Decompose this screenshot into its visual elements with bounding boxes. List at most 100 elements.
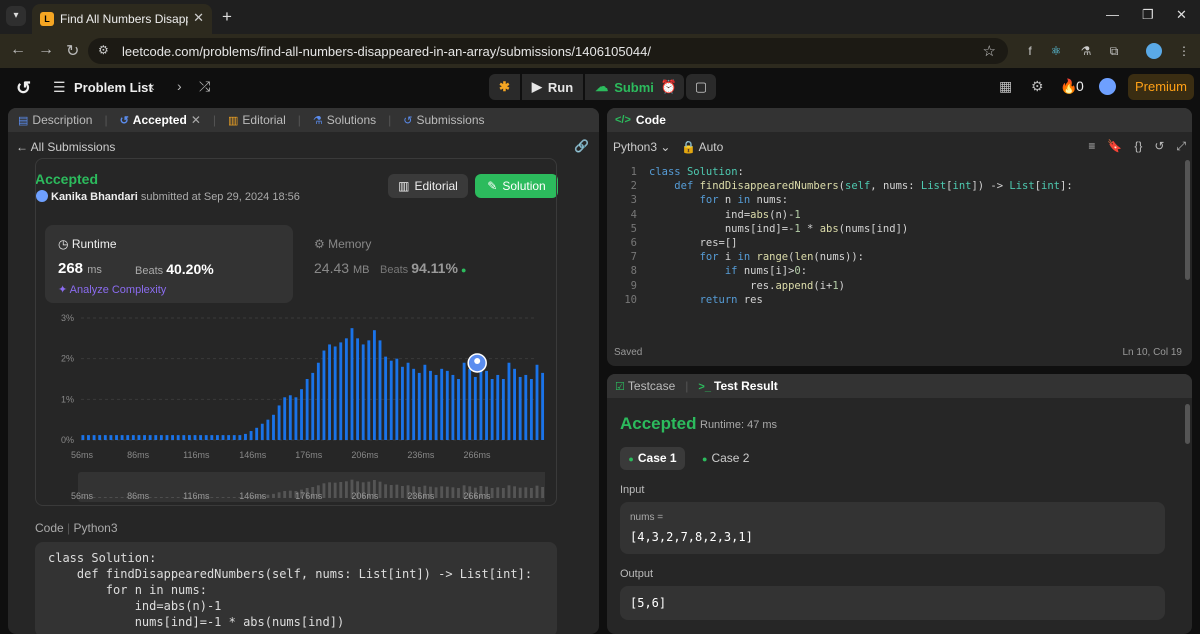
auto-mode-toggle[interactable]: 🔒 Auto bbox=[681, 140, 723, 154]
braces-icon[interactable]: {} bbox=[1134, 139, 1142, 154]
chart-bar bbox=[176, 435, 180, 440]
overview-bar bbox=[496, 487, 500, 498]
url-field[interactable]: ⚙ leetcode.com/problems/find-all-numbers… bbox=[88, 38, 1008, 64]
result-scrollbar[interactable] bbox=[1185, 404, 1190, 444]
left-panel-tabs: ▤ Description | ↺ Accepted ✕ | ▥ Editorial |… bbox=[8, 108, 599, 132]
browser-menu-icon[interactable]: ⋮ bbox=[1176, 43, 1192, 59]
all-submissions-link[interactable]: ← All Submissions bbox=[16, 140, 115, 154]
case-1-tab[interactable]: ● Case 1 bbox=[620, 447, 685, 470]
overview-bar bbox=[154, 497, 158, 498]
browser-tab[interactable]: L Find All Numbers Disappeared in an Arr… bbox=[32, 4, 212, 34]
tab-close-icon[interactable]: ✕ bbox=[193, 10, 204, 26]
profile-avatar-icon[interactable] bbox=[1146, 43, 1162, 59]
next-problem-icon[interactable]: › bbox=[177, 78, 182, 94]
analyze-label: Analyze Complexity bbox=[69, 284, 167, 296]
chart-bar bbox=[277, 405, 281, 440]
forward-arrow-icon[interactable]: → bbox=[38, 41, 54, 59]
submitted-code-block[interactable]: class Solution: def findDisappearedNumbe… bbox=[35, 542, 557, 634]
bookmark-star-icon[interactable]: ☆ bbox=[983, 42, 996, 60]
runtime-title: ◷ Runtime bbox=[58, 237, 117, 251]
x-tick-label: 116ms bbox=[183, 450, 210, 460]
beats-label: Beats bbox=[135, 265, 164, 277]
overview-tick-label: 116ms bbox=[183, 491, 210, 501]
tab-test-result[interactable]: >_ Test Result bbox=[698, 379, 777, 393]
new-tab-plus-icon[interactable]: + bbox=[222, 7, 232, 27]
x-tick-label: 266ms bbox=[463, 450, 491, 460]
submit-label: Submit bbox=[614, 79, 659, 95]
overview-bar bbox=[513, 486, 517, 498]
analyze-complexity-link[interactable]: ✦ Analyze Complexity bbox=[58, 283, 166, 296]
tab-solutions[interactable]: ⚗ Solutions bbox=[313, 113, 376, 127]
minimize-icon[interactable]: — bbox=[1106, 7, 1119, 22]
overview-bar bbox=[210, 497, 214, 498]
layout-grid-icon[interactable]: ▦ bbox=[999, 78, 1012, 95]
chart-bar bbox=[529, 379, 533, 440]
chart-bar bbox=[165, 435, 169, 440]
chart-bar bbox=[109, 435, 113, 440]
extension-fx-icon[interactable]: f bbox=[1022, 43, 1038, 59]
shuffle-icon[interactable]: ⤮ bbox=[199, 78, 210, 95]
back-arrow-icon[interactable]: ← bbox=[10, 41, 26, 59]
run-button[interactable]: ▶ Run bbox=[521, 74, 584, 100]
leetcode-logo-icon[interactable]: ↺ bbox=[16, 78, 31, 99]
runtime-distribution-chart[interactable]: 0% 1% 2% 3% 56ms 86ms 116ms 146ms 176ms 206ms 236m… bbox=[45, 308, 545, 508]
case-2-tab[interactable]: ● Case 2 bbox=[702, 447, 749, 470]
maximize-icon[interactable]: ❐ bbox=[1142, 7, 1154, 23]
extensions-puzzle-icon[interactable]: ⧉ bbox=[1106, 43, 1122, 59]
reset-icon[interactable]: ↺ bbox=[1154, 139, 1164, 154]
problem-list-icon[interactable]: ☰ bbox=[53, 79, 66, 96]
back-arrow-icon: ← bbox=[16, 140, 31, 154]
overview-bar bbox=[507, 485, 511, 498]
url-text[interactable]: leetcode.com/problems/find-all-numbers-d… bbox=[122, 44, 651, 59]
tab-accepted[interactable]: ↺ Accepted ✕ bbox=[120, 113, 201, 127]
language-select[interactable]: Python3 ⌄ bbox=[613, 140, 670, 154]
overview-bar bbox=[322, 483, 326, 498]
runtime-card[interactable]: ◷ Runtime 268 ms Beats 40.20% ✦ Analyze … bbox=[45, 225, 293, 303]
code-line: for n in nums: bbox=[48, 583, 207, 597]
site-info-icon[interactable]: ⚙ bbox=[98, 43, 109, 57]
prev-problem-icon[interactable]: ‹ bbox=[150, 78, 155, 94]
code-language: Python3 bbox=[73, 521, 118, 535]
streak-count: 0 bbox=[1076, 78, 1084, 94]
editor-scrollbar[interactable] bbox=[1185, 160, 1190, 280]
chart-bar bbox=[339, 342, 343, 440]
language-value: Python3 bbox=[613, 140, 658, 154]
tab-search-button[interactable]: ▾ bbox=[6, 6, 26, 26]
problem-list-link[interactable]: Problem List bbox=[74, 80, 153, 95]
tab-submissions[interactable]: ↺ Submissions bbox=[403, 113, 484, 127]
editor-line: for n in nums: bbox=[699, 194, 789, 207]
react-devtools-icon[interactable]: ⚛ bbox=[1048, 43, 1064, 59]
tab-editorial[interactable]: ▥ Editorial bbox=[228, 113, 286, 127]
chart-bar bbox=[154, 435, 158, 440]
timer-alarm-icon[interactable]: ⏰ bbox=[654, 74, 684, 100]
reload-icon[interactable]: ↻ bbox=[66, 41, 79, 61]
close-window-icon[interactable]: ✕ bbox=[1176, 7, 1187, 23]
user-avatar[interactable] bbox=[1099, 78, 1116, 95]
extension-flask-icon[interactable]: ⚗ bbox=[1078, 43, 1094, 59]
fullscreen-icon[interactable]: ⤢ bbox=[1176, 139, 1186, 154]
share-link-icon[interactable]: 🔗 bbox=[574, 139, 589, 153]
settings-gear-icon[interactable]: ⚙ bbox=[1031, 78, 1044, 95]
debug-bug-icon[interactable]: ✱ bbox=[489, 74, 520, 100]
memory-title[interactable]: ⚙ Memory bbox=[314, 237, 371, 251]
editor-line: ind=abs(n)-1 bbox=[649, 208, 801, 221]
overview-bar bbox=[378, 481, 382, 498]
tab-description[interactable]: ▤ Description bbox=[18, 113, 92, 127]
notes-icon[interactable]: ▢ bbox=[686, 74, 716, 100]
tab-close-icon[interactable]: ✕ bbox=[191, 113, 201, 127]
format-lines-icon[interactable]: ≡ bbox=[1088, 139, 1095, 154]
chart-bar bbox=[524, 374, 528, 440]
code-line: ind=abs(n)-1 bbox=[48, 599, 222, 613]
chart-bar bbox=[423, 364, 427, 440]
streak-flame-icon[interactable]: 🔥 bbox=[1060, 78, 1077, 95]
premium-button[interactable]: Premium bbox=[1128, 74, 1194, 100]
chart-bar bbox=[473, 376, 477, 440]
bookmark-icon[interactable]: 🔖 bbox=[1107, 139, 1122, 154]
overview-bar bbox=[120, 497, 124, 498]
overview-bar bbox=[103, 497, 107, 498]
chart-bar bbox=[305, 379, 309, 440]
code-line: class Solution: bbox=[48, 551, 157, 565]
chart-bar bbox=[171, 435, 175, 440]
tab-testcase[interactable]: ☑ Testcase bbox=[615, 379, 675, 393]
code-panel-header: </> Code bbox=[607, 108, 1192, 132]
